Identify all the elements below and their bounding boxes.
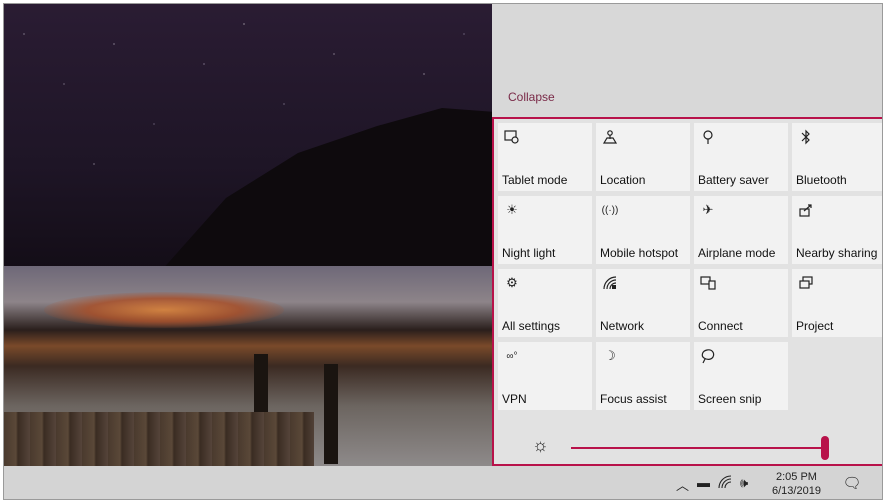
brightness-slider[interactable]	[571, 447, 829, 449]
all-settings-tile[interactable]: ⚙ All settings	[498, 269, 592, 337]
desktop-wallpaper	[4, 4, 492, 466]
vpn-tile[interactable]: ∞° VPN	[498, 342, 592, 410]
bluetooth-icon	[797, 128, 815, 146]
tile-label: Screen snip	[698, 392, 762, 406]
pier-post	[324, 364, 338, 464]
battery-saver-tile[interactable]: Battery saver	[694, 123, 788, 191]
moon-icon: ☽	[604, 348, 616, 363]
system-tray: ︿ ▬ 🕪	[676, 475, 748, 494]
mobile-hotspot-tile[interactable]: ((·)) Mobile hotspot	[596, 196, 690, 264]
tile-label: Battery saver	[698, 173, 769, 187]
tile-label: Night light	[502, 246, 556, 260]
chevron-up-icon[interactable]: ︿	[676, 475, 689, 494]
notification-icon[interactable]: 🗨	[842, 474, 862, 492]
tile-label: Location	[600, 173, 646, 187]
screen: Collapse Tablet mode Location Battery sa…	[3, 3, 883, 500]
tile-label: Nearby sharing	[796, 246, 878, 260]
project-tile[interactable]: Project	[792, 269, 882, 337]
vpn-icon: ∞°	[506, 350, 518, 362]
tile-label: VPN	[502, 392, 527, 406]
location-icon	[601, 128, 619, 146]
sunset-reflection	[44, 292, 284, 328]
screen-snip-icon	[699, 347, 717, 365]
tablet-mode-icon	[503, 128, 521, 146]
brightness-icon: ☼	[532, 435, 549, 455]
clock-date: 6/13/2019	[772, 485, 821, 497]
brightness-control: ☼	[494, 419, 882, 464]
tile-label: Project	[796, 319, 834, 333]
connect-icon	[699, 274, 717, 292]
nearby-sharing-tile[interactable]: Nearby sharing	[792, 196, 882, 264]
clock-time: 2:05 PM	[775, 471, 817, 483]
nearby-sharing-icon	[797, 201, 815, 219]
connect-tile[interactable]: Connect	[694, 269, 788, 337]
tile-label: Focus assist	[600, 392, 667, 406]
network-icon	[601, 274, 619, 292]
volume-icon[interactable]: 🕪	[740, 475, 748, 494]
bluetooth-tile[interactable]: Bluetooth	[792, 123, 882, 191]
airplane-mode-tile[interactable]: ✈ Airplane mode	[694, 196, 788, 264]
location-tile[interactable]: Location	[596, 123, 690, 191]
tablet-mode-tile[interactable]: Tablet mode	[498, 123, 592, 191]
mobile-hotspot-icon: ((·))	[601, 204, 619, 216]
tile-label: Mobile hotspot	[600, 246, 679, 260]
battery-saver-icon	[699, 128, 717, 146]
taskbar: ︿ ▬ 🕪 2:05 PM 6/13/2019 🗨	[4, 466, 882, 499]
tile-label: Airplane mode	[698, 246, 776, 260]
wooden-pier	[4, 412, 314, 466]
tile-label: Bluetooth	[796, 173, 847, 187]
wifi-icon[interactable]	[718, 475, 732, 494]
tile-label: Network	[600, 319, 645, 333]
collapse-link[interactable]: Collapse	[508, 90, 555, 104]
tile-label: Connect	[698, 319, 743, 333]
tile-label: Tablet mode	[502, 173, 568, 187]
screen-snip-tile[interactable]: Screen snip	[694, 342, 788, 410]
battery-icon[interactable]: ▬	[697, 475, 710, 494]
night-light-icon: ☀	[506, 202, 518, 217]
airplane-mode-icon: ✈	[702, 202, 714, 217]
taskbar-clock[interactable]: 2:05 PM 6/13/2019	[772, 470, 821, 498]
network-tile[interactable]: Network	[596, 269, 690, 337]
project-icon	[797, 274, 815, 292]
night-light-tile[interactable]: ☀ Night light	[498, 196, 592, 264]
tile-label: All settings	[502, 319, 561, 333]
gear-icon: ⚙	[506, 275, 518, 290]
focus-assist-tile[interactable]: ☽ Focus assist	[596, 342, 690, 410]
brightness-slider-thumb[interactable]	[821, 436, 829, 460]
quick-actions-panel: Tablet mode Location Battery saver Bluet…	[492, 117, 882, 466]
